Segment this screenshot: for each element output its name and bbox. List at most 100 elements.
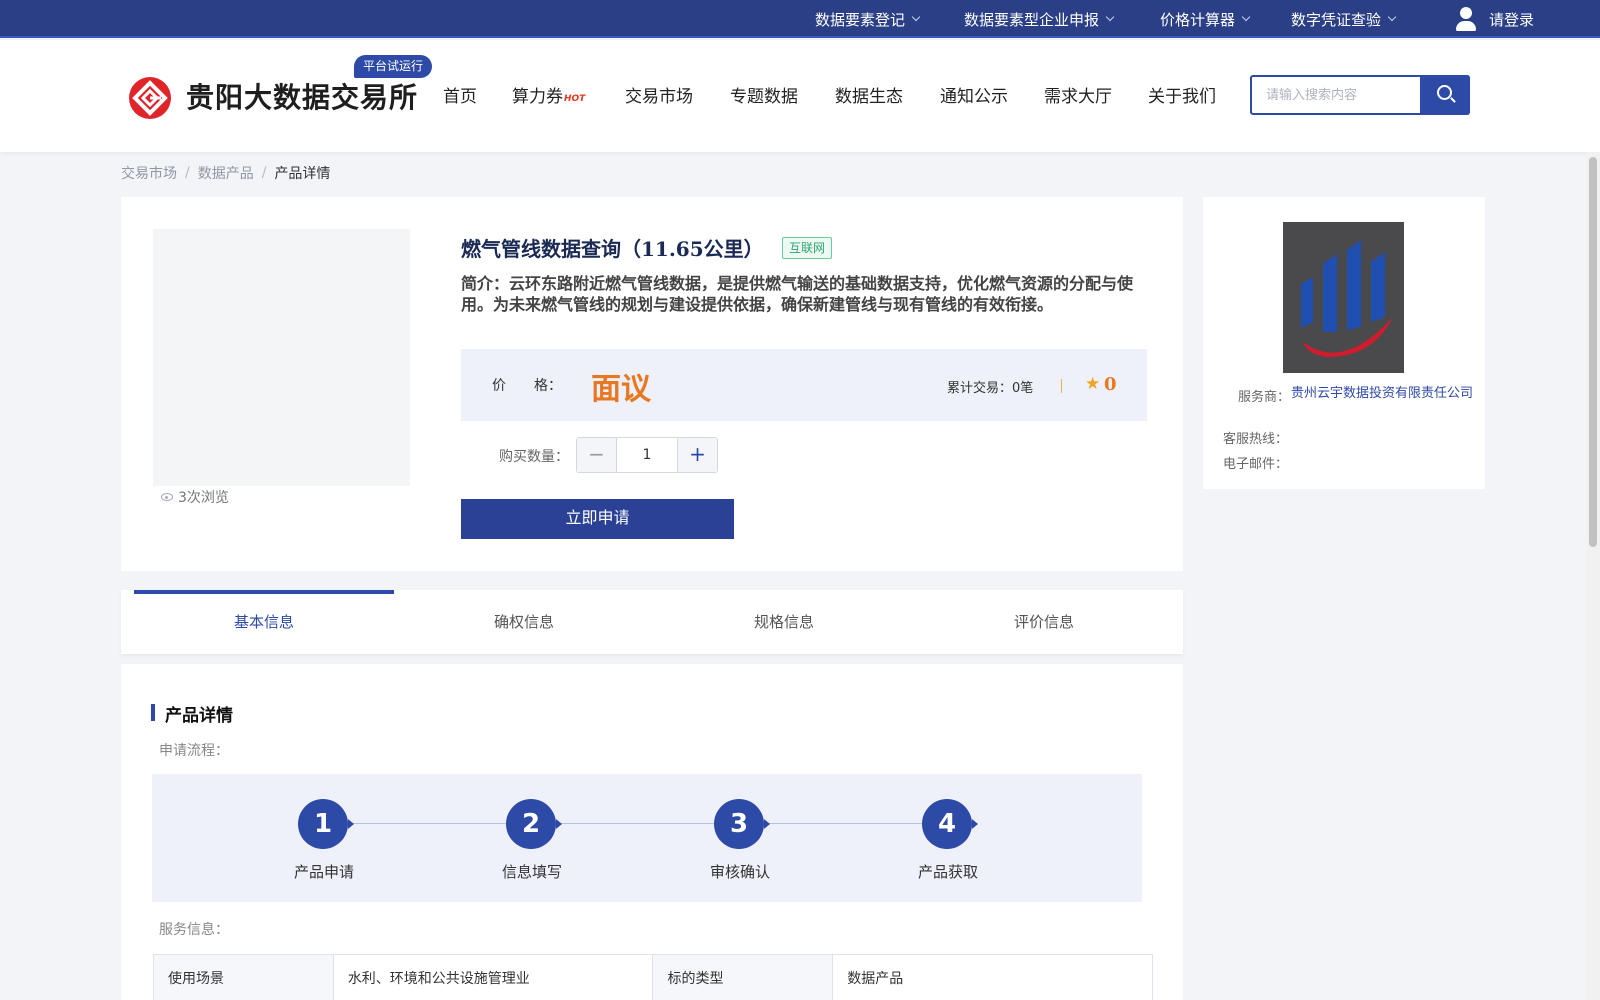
tab-basic-info[interactable]: 基本信息 — [134, 590, 394, 654]
login-link[interactable]: 请登录 — [1453, 0, 1534, 38]
seller-logo — [1283, 222, 1404, 373]
chevron-down-icon — [1105, 12, 1115, 22]
brand-name[interactable]: 贵阳大数据交易所 — [186, 76, 418, 116]
chevron-down-icon — [911, 12, 921, 22]
table-cell-value: 水利、环境和公共设施管理业 — [332, 954, 654, 1000]
chevron-down-icon — [1387, 12, 1397, 22]
trade-count: 累计交易：0笔 — [947, 377, 1033, 396]
nav-compute-voucher[interactable]: 算力券 HOT — [512, 80, 585, 108]
nav-label: 需求大厅 — [1044, 86, 1112, 107]
detail-tabs: 基本信息 确权信息 规格信息 评价信息 — [121, 590, 1183, 654]
topbar-item-enterprise-declaration[interactable]: 数据要素型企业申报 — [964, 0, 1115, 38]
topbar-item-label: 数字凭证查验 — [1291, 10, 1382, 29]
quantity-label: 购买数量： — [499, 449, 569, 465]
table-cell-key: 使用场景 — [153, 954, 334, 1000]
nav-topic-data[interactable]: 专题数据 — [730, 80, 798, 108]
flow-step-label: 产品获取 — [917, 863, 978, 881]
flow-step-2: 2 — [506, 799, 562, 849]
site-header: 贵阳大数据交易所 平台试运行 首页 算力券 HOT 交易市场 专题数据 数据生态 … — [0, 40, 1600, 152]
trial-badge: 平台试运行 — [354, 55, 433, 78]
nav-demand-hall[interactable]: 需求大厅 — [1044, 80, 1112, 108]
decrease-button[interactable]: − — [577, 438, 617, 472]
tab-ownership-info[interactable]: 确权信息 — [394, 590, 654, 654]
apply-now-button[interactable]: 立即申请 — [461, 499, 734, 539]
topbar-item-label: 数据要素登记 — [815, 10, 906, 29]
nav-market[interactable]: 交易市场 — [625, 80, 693, 108]
search-input[interactable] — [1252, 77, 1420, 113]
price-panel: 价 格： 面议 累计交易：0笔 ★ 0 — [461, 349, 1147, 421]
product-title: 燃气管线数据查询（11.65公里） — [461, 237, 764, 261]
seller-logo-graphic — [1301, 240, 1393, 357]
service-info-label: 服务信息： — [159, 922, 229, 938]
flow-step-1: 1 — [298, 799, 354, 849]
breadcrumb-market[interactable]: 交易市场 — [121, 163, 177, 183]
trade-count-value: 0笔 — [1012, 381, 1034, 396]
nav-label: 交易市场 — [625, 86, 693, 107]
topbar-item-price-calculator[interactable]: 价格计算器 — [1160, 0, 1251, 38]
nav-label: 通知公示 — [940, 86, 1008, 107]
breadcrumb: 交易市场 / 数据产品 / 产品详情 — [121, 163, 330, 183]
seller-card: 服务商： 贵州云宇数据投资有限责任公司 客服热线： 电子邮件： — [1203, 197, 1485, 489]
breadcrumb-current: 产品详情 — [274, 166, 331, 182]
nav-ecosystem[interactable]: 数据生态 — [835, 80, 903, 108]
nav-label: 数据生态 — [835, 86, 903, 107]
breadcrumb-separator: / — [261, 165, 267, 181]
price-label: 价 格： — [492, 378, 562, 394]
breadcrumb-data-products[interactable]: 数据产品 — [198, 163, 254, 183]
breadcrumb-separator: / — [185, 165, 190, 181]
product-intro: 简介：云环东路附近燃气管线数据，是提供燃气输送的基础数据支持，优化燃气资源的分配… — [461, 274, 1134, 314]
flow-step-label: 审核确认 — [709, 863, 770, 881]
section-title: 产品详情 — [151, 701, 233, 726]
nav-label: 专题数据 — [730, 86, 798, 107]
scrollbar-thumb[interactable] — [1589, 157, 1597, 547]
table-row: 使用场景 水利、环境和公共设施管理业 标的类型 数据产品 — [153, 954, 1153, 1000]
flow-step-label: 信息填写 — [501, 863, 562, 881]
nav-label: 关于我们 — [1148, 86, 1216, 107]
price-value: 面议 — [591, 372, 651, 407]
nav-notices[interactable]: 通知公示 — [940, 80, 1008, 108]
hotline-label: 客服热线： — [1223, 432, 1289, 447]
tab-spec-info[interactable]: 规格信息 — [654, 590, 914, 654]
quantity-stepper: − 1 + — [576, 437, 718, 473]
page-scrollbar[interactable] — [1586, 152, 1600, 1000]
flow-step-label: 产品申请 — [293, 863, 354, 881]
nav-label: 算力券 — [512, 86, 563, 107]
product-image — [153, 229, 410, 486]
top-bar: 数据要素登记 数据要素型企业申报 价格计算器 数字凭证查验 请登录 — [0, 0, 1600, 38]
rating-value: 0 — [1104, 374, 1117, 395]
flow-connector — [322, 823, 946, 824]
eye-icon — [161, 493, 173, 501]
table-cell-key: 标的类型 — [652, 954, 834, 1000]
service-info-table: 使用场景 水利、环境和公共设施管理业 标的类型 数据产品 — [153, 954, 1153, 1000]
application-flow: 1 2 3 4 产品申请 信息填写 审核确认 产品获取 — [152, 774, 1142, 902]
user-icon — [1453, 6, 1479, 32]
increase-button[interactable]: + — [677, 438, 717, 472]
flow-step-4: 4 — [922, 799, 978, 849]
login-label: 请登录 — [1489, 10, 1535, 29]
view-count: 3次浏览 — [161, 487, 229, 507]
chevron-down-icon — [1241, 12, 1251, 22]
product-card: 3次浏览 燃气管线数据查询（11.65公里） 互联网 简介：云环东路附近燃气管线… — [121, 197, 1183, 571]
email-label: 电子邮件： — [1223, 457, 1289, 472]
category-tag: 互联网 — [782, 237, 833, 259]
topbar-item-label: 价格计算器 — [1160, 10, 1236, 29]
quantity-value[interactable]: 1 — [617, 438, 677, 472]
tab-review-info[interactable]: 评价信息 — [914, 590, 1174, 654]
nav-home[interactable]: 首页 — [443, 80, 477, 108]
divider — [1061, 379, 1062, 393]
search-button[interactable] — [1420, 75, 1470, 115]
nav-label: 首页 — [443, 86, 477, 107]
hot-badge: HOT — [564, 94, 586, 104]
product-detail-section: 产品详情 申请流程： 1 2 3 4 产品申请 信息填写 审核确认 产品获取 服… — [121, 664, 1183, 1000]
provider-name[interactable]: 贵州云宇数据投资有限责任公司 — [1291, 386, 1476, 402]
trade-label: 累计交易： — [947, 381, 1013, 396]
topbar-item-label: 数据要素型企业申报 — [964, 10, 1100, 29]
nav-about[interactable]: 关于我们 — [1148, 80, 1216, 108]
view-count-text: 3次浏览 — [178, 490, 229, 506]
search-box — [1250, 75, 1470, 115]
topbar-item-data-registration[interactable]: 数据要素登记 — [815, 0, 921, 38]
process-label: 申请流程： — [159, 743, 229, 759]
exchange-logo-icon[interactable] — [128, 76, 172, 120]
topbar-item-certificate-check[interactable]: 数字凭证查验 — [1291, 0, 1397, 38]
provider-label: 服务商： — [1238, 390, 1291, 405]
